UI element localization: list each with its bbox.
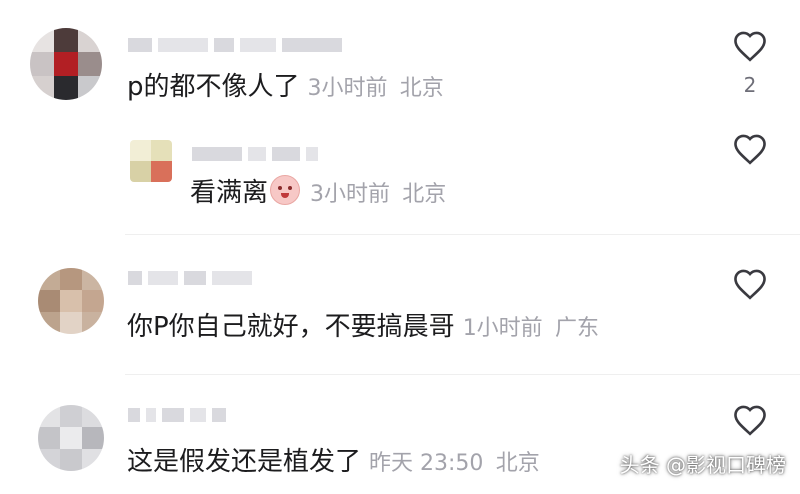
reply-time: 3小时前 [310,182,391,207]
heart-icon[interactable] [732,404,768,436]
comment-time: 1小时前 [462,316,543,341]
reply-location: 北京 [402,182,447,207]
reply-text-row: 看满离 3小时前 北京 [190,175,446,212]
avatar[interactable] [30,28,102,100]
comment-location: 广东 [554,316,599,341]
username-blurred[interactable] [192,144,318,164]
watermark: 头条 @影视口碑榜 [619,453,786,477]
avatar[interactable] [130,140,172,182]
heart-icon[interactable] [732,30,768,62]
divider [125,374,800,375]
blush-emoji-icon [270,175,301,205]
heart-icon[interactable] [732,133,768,165]
comment-text: 这是假发还是植发了 [127,447,362,477]
comment-text-row: p的都不像人了 3小时前 北京 [127,70,444,106]
divider [125,234,800,235]
username-blurred[interactable] [128,405,226,425]
comment-time: 3小时前 [307,76,388,101]
heart-icon[interactable] [732,268,768,300]
like-count: 2 [743,73,757,97]
comment-text: 你P你自己就好，不要搞晨哥 [127,312,455,342]
comment-location: 北京 [495,451,540,476]
comment-time: 昨天 23:50 [369,451,484,476]
comment-location: 北京 [399,76,444,101]
username-blurred[interactable] [128,35,342,55]
avatar[interactable] [38,268,104,334]
avatar[interactable] [38,405,104,471]
username-blurred[interactable] [128,268,252,288]
comment-text-row: 这是假发还是植发了 昨天 23:50 北京 [127,445,540,481]
reply-text: 看满离 [190,178,269,208]
comment-text-row: 你P你自己就好，不要搞晨哥 1小时前 广东 [127,310,599,346]
comment-text: p的都不像人了 [127,72,300,102]
